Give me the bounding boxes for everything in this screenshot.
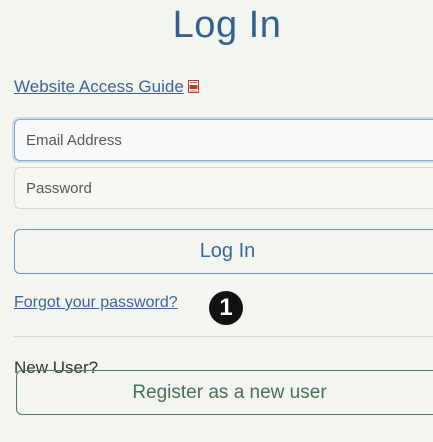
login-button-label: Log In — [199, 240, 256, 262]
step-number-badge: 1 — [209, 291, 243, 325]
login-page: Log In Website Access Guide Email Addres… — [0, 0, 433, 442]
divider — [14, 336, 433, 337]
email-field[interactable]: Email Address — [14, 119, 433, 161]
email-placeholder: Email Address — [26, 131, 122, 149]
register-button[interactable]: Register as a new user — [16, 370, 433, 415]
page-title: Log In — [172, 4, 282, 46]
password-field[interactable]: Password — [14, 167, 433, 209]
password-placeholder: Password — [26, 179, 92, 197]
register-button-label: Register as a new user — [132, 381, 327, 403]
login-button[interactable]: Log In — [14, 229, 433, 274]
pdf-icon — [187, 78, 199, 93]
forgot-password-link[interactable]: Forgot your password? — [14, 294, 178, 312]
guide-link-label: Website Access Guide — [14, 77, 184, 96]
website-access-guide-link[interactable]: Website Access Guide — [14, 77, 199, 97]
